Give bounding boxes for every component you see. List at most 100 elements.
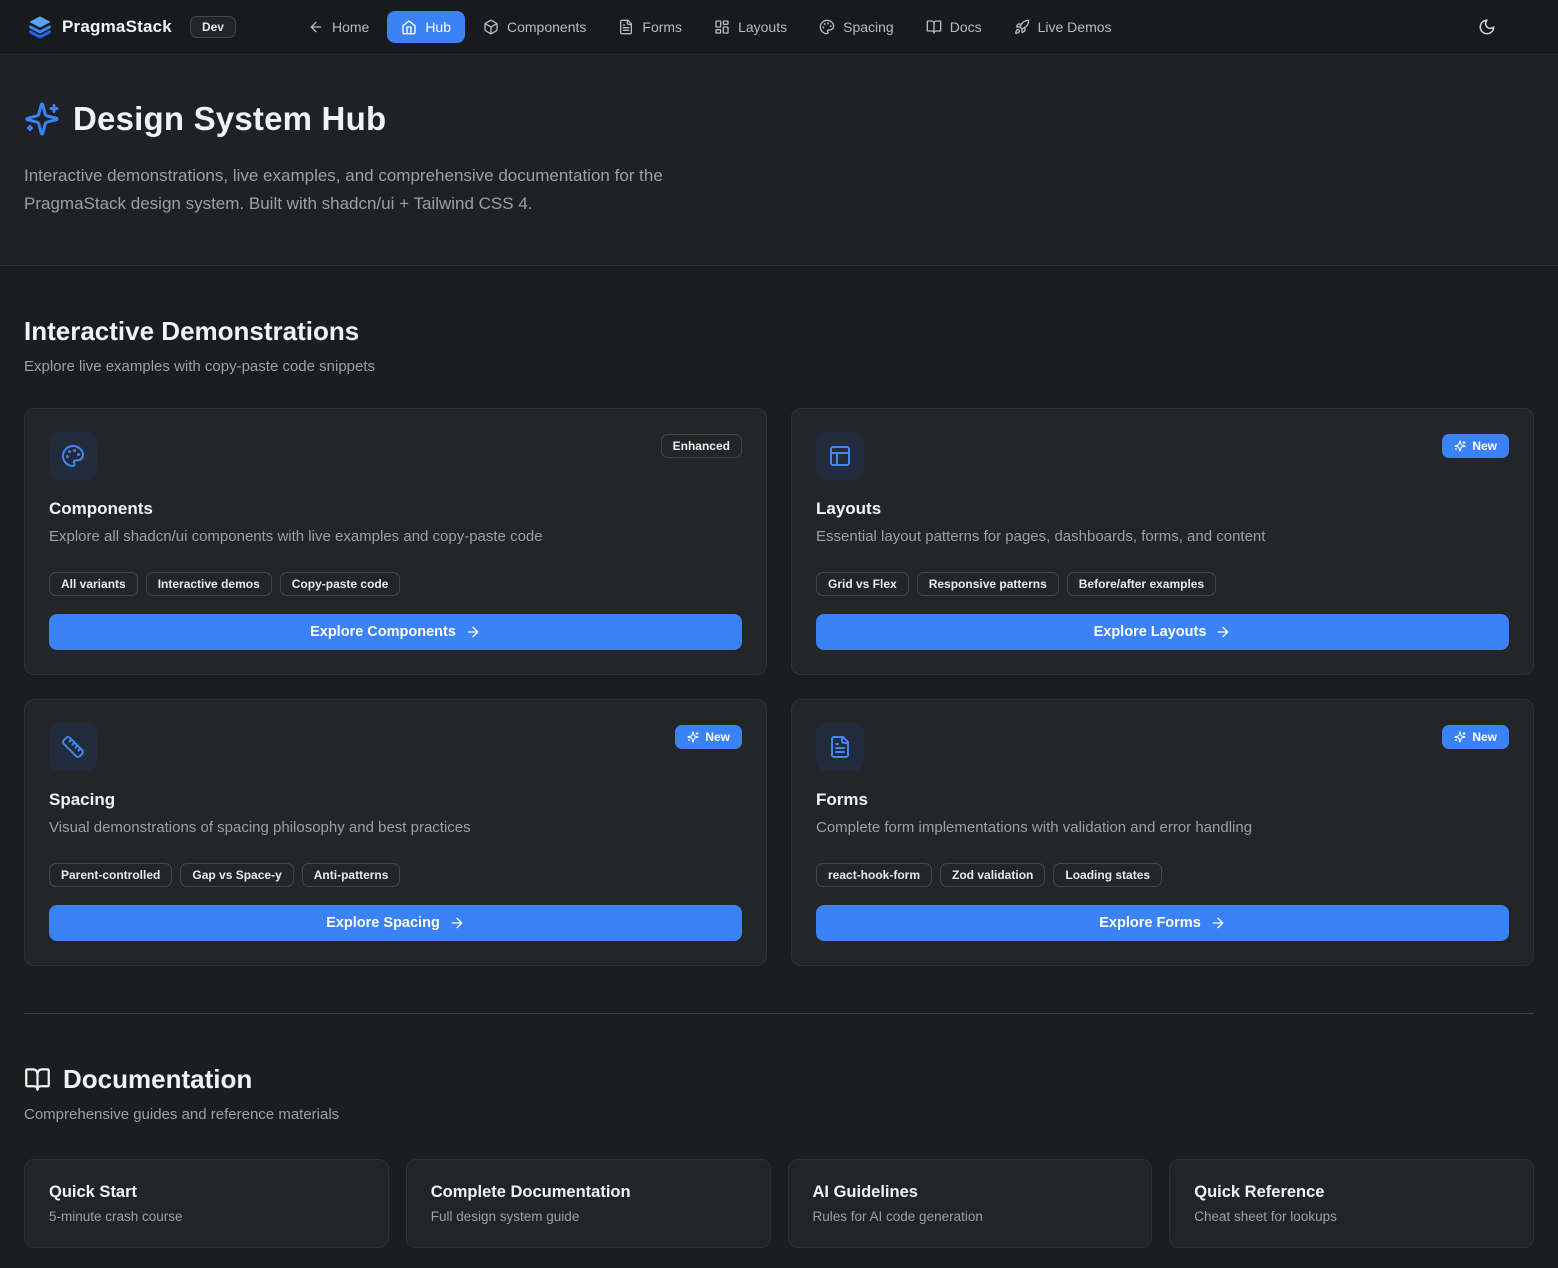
card-title: Components (49, 499, 742, 519)
book-open-icon (926, 19, 942, 35)
arrow-left-icon (308, 19, 324, 35)
sparkles-icon (1454, 731, 1466, 743)
doc-card-quick-reference[interactable]: Quick Reference Cheat sheet for lookups (1169, 1159, 1534, 1248)
arrow-right-icon (1215, 624, 1231, 640)
demo-card-grid: Enhanced Components Explore all shadcn/u… (24, 408, 1534, 966)
documentation-subheading: Comprehensive guides and reference mater… (24, 1106, 1534, 1123)
brand-name: PragmaStack (62, 17, 172, 37)
card-description: Essential layout patterns for pages, das… (816, 528, 1509, 545)
nav-item-label: Spacing (843, 19, 894, 35)
palette-icon (49, 432, 97, 480)
nav-item-label: Live Demos (1038, 19, 1112, 35)
nav-item-label: Hub (425, 19, 451, 35)
doc-card-description: Rules for AI code generation (813, 1209, 1128, 1224)
nav-item-components[interactable]: Components (469, 11, 600, 43)
doc-card-title: AI Guidelines (813, 1183, 1128, 1202)
layers-logo-icon (28, 15, 52, 39)
hero-section: Design System Hub Interactive demonstrat… (0, 55, 1558, 266)
file-text-icon (618, 19, 634, 35)
main-content: Interactive Demonstrations Explore live … (0, 316, 1558, 1268)
doc-card-title: Complete Documentation (431, 1183, 746, 1202)
nav-item-hub[interactable]: Hub (387, 11, 465, 43)
nav-item-layouts[interactable]: Layouts (700, 11, 801, 43)
nav-item-label: Forms (642, 19, 682, 35)
card-description: Visual demonstrations of spacing philoso… (49, 819, 742, 836)
doc-card-title: Quick Reference (1194, 1183, 1509, 1202)
card-title: Forms (816, 790, 1509, 810)
arrow-right-icon (449, 915, 465, 931)
ruler-icon (49, 723, 97, 771)
card-description: Complete form implementations with valid… (816, 819, 1509, 836)
nav-item-forms[interactable]: Forms (604, 11, 696, 43)
demo-card-spacing: New Spacing Visual demonstrations of spa… (24, 699, 767, 966)
button-label: Explore Components (310, 624, 456, 640)
nav-item-label: Components (507, 19, 586, 35)
tag: Zod validation (940, 863, 1045, 887)
new-badge: New (1442, 725, 1509, 749)
brand[interactable]: PragmaStack Dev (28, 15, 236, 39)
arrow-right-icon (465, 624, 481, 640)
doc-card-description: Cheat sheet for lookups (1194, 1209, 1509, 1224)
sparkles-icon (687, 731, 699, 743)
rocket-icon (1014, 19, 1030, 35)
file-text-icon (816, 723, 864, 771)
tag: Loading states (1053, 863, 1162, 887)
theme-toggle-button[interactable] (1470, 10, 1504, 44)
doc-card-complete-documentation[interactable]: Complete Documentation Full design syste… (406, 1159, 771, 1248)
card-title: Layouts (816, 499, 1509, 519)
sparkles-icon (24, 101, 60, 137)
button-label: Explore Spacing (326, 915, 440, 931)
nav-item-home[interactable]: Home (294, 11, 383, 43)
hero-description: Interactive demonstrations, live example… (24, 162, 769, 218)
doc-card-ai-guidelines[interactable]: AI Guidelines Rules for AI code generati… (788, 1159, 1153, 1248)
nav-item-label: Layouts (738, 19, 787, 35)
sparkles-icon (1454, 440, 1466, 452)
palette-icon (819, 19, 835, 35)
demos-subheading: Explore live examples with copy-paste co… (24, 358, 1534, 375)
card-title: Spacing (49, 790, 742, 810)
tag: Parent-controlled (49, 863, 172, 887)
tag: Interactive demos (146, 572, 272, 596)
book-open-icon (24, 1066, 51, 1093)
moon-icon (1478, 18, 1496, 36)
tag: All variants (49, 572, 138, 596)
explore-spacing-button[interactable]: Explore Spacing (49, 905, 742, 941)
doc-card-description: 5-minute crash course (49, 1209, 364, 1224)
explore-layouts-button[interactable]: Explore Layouts (816, 614, 1509, 650)
tag: Gap vs Space-y (180, 863, 293, 887)
new-badge: New (675, 725, 742, 749)
nav-item-label: Docs (950, 19, 982, 35)
arrow-right-icon (1210, 915, 1226, 931)
demo-card-forms: New Forms Complete form implementations … (791, 699, 1534, 966)
layout-dashboard-icon (714, 19, 730, 35)
enhanced-badge: Enhanced (661, 434, 742, 458)
nav-item-live-demos[interactable]: Live Demos (1000, 11, 1126, 43)
nav-item-spacing[interactable]: Spacing (805, 11, 908, 43)
doc-card-grid: Quick Start 5-minute crash course Comple… (24, 1159, 1534, 1248)
documentation-heading: Documentation (24, 1064, 1534, 1095)
badge-label: New (705, 730, 730, 744)
tag: react-hook-form (816, 863, 932, 887)
button-label: Explore Forms (1099, 915, 1201, 931)
top-navbar: PragmaStack Dev Home Hub Components Form… (0, 0, 1558, 55)
main-nav: Home Hub Components Forms Layouts Spacin… (294, 11, 1126, 43)
tag: Grid vs Flex (816, 572, 909, 596)
demos-section-header: Interactive Demonstrations Explore live … (24, 316, 1534, 375)
documentation-section-header: Documentation Comprehensive guides and r… (24, 1064, 1534, 1123)
tag: Copy-paste code (280, 572, 401, 596)
explore-forms-button[interactable]: Explore Forms (816, 905, 1509, 941)
heading-label: Documentation (63, 1064, 252, 1095)
demos-heading: Interactive Demonstrations (24, 316, 1534, 347)
doc-card-description: Full design system guide (431, 1209, 746, 1224)
nav-item-label: Home (332, 19, 369, 35)
badge-label: New (1472, 730, 1497, 744)
nav-item-docs[interactable]: Docs (912, 11, 996, 43)
button-label: Explore Layouts (1094, 624, 1207, 640)
explore-components-button[interactable]: Explore Components (49, 614, 742, 650)
env-badge: Dev (190, 16, 236, 38)
page-title: Design System Hub (73, 100, 386, 138)
doc-card-quick-start[interactable]: Quick Start 5-minute crash course (24, 1159, 389, 1248)
tag: Anti-patterns (302, 863, 401, 887)
demo-card-components: Enhanced Components Explore all shadcn/u… (24, 408, 767, 675)
panels-top-left-icon (816, 432, 864, 480)
